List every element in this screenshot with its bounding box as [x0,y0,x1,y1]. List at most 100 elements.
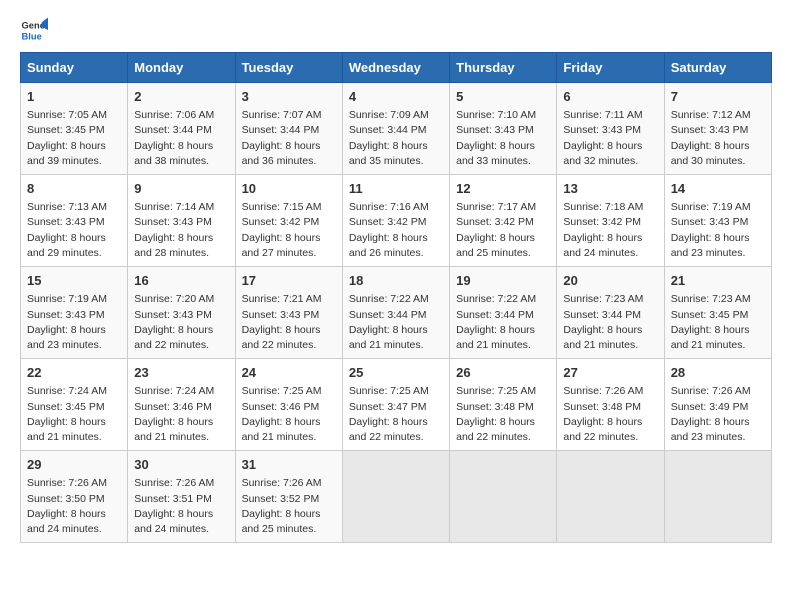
day-number: 14 [671,180,765,198]
day-info: Sunrise: 7:20 AM Sunset: 3:43 PM Dayligh… [134,292,228,353]
day-number: 12 [456,180,550,198]
day-cell: 28Sunrise: 7:26 AM Sunset: 3:49 PM Dayli… [664,359,771,451]
day-info: Sunrise: 7:24 AM Sunset: 3:46 PM Dayligh… [134,384,228,445]
day-info: Sunrise: 7:17 AM Sunset: 3:42 PM Dayligh… [456,200,550,261]
day-info: Sunrise: 7:22 AM Sunset: 3:44 PM Dayligh… [349,292,443,353]
day-cell: 20 Sunrise: 7:23 AM Sunset: 3:44 PM Dayli… [557,267,664,359]
day-info: Sunrise: 7:18 AM Sunset: 3:42 PM Dayligh… [563,200,657,261]
day-cell: 16 Sunrise: 7:20 AM Sunset: 3:43 PM Dayli… [128,267,235,359]
day-number: 21 [671,272,765,290]
day-number: 15 [27,272,121,290]
day-info: Sunrise: 7:23 AM Sunset: 3:45 PM Dayligh… [671,292,765,353]
header-sunday: Sunday [21,53,128,83]
day-number: 7 [671,88,765,106]
day-number: 3 [242,88,336,106]
header-friday: Friday [557,53,664,83]
week-row-3: 15 Sunrise: 7:19 AM Sunset: 3:43 PM Dayli… [21,267,772,359]
day-info: Sunrise: 7:26 AM Sunset: 3:48 PM Dayligh… [563,384,657,445]
day-cell: 30 Sunrise: 7:26 AM Sunset: 3:51 PM Dayli… [128,451,235,543]
day-cell: 6 Sunrise: 7:11 AM Sunset: 3:43 PM Daylig… [557,83,664,175]
day-number: 20 [563,272,657,290]
logo: General Blue [20,16,48,44]
day-info: Sunrise: 7:26 AM Sunset: 3:52 PM Dayligh… [242,476,336,537]
day-info: Sunrise: 7:26 AM Sunset: 3:50 PM Dayligh… [27,476,121,537]
day-cell: 18 Sunrise: 7:22 AM Sunset: 3:44 PM Dayli… [342,267,449,359]
day-number: 10 [242,180,336,198]
day-cell: 27 Sunrise: 7:26 AM Sunset: 3:48 PM Dayli… [557,359,664,451]
day-number: 30 [134,456,228,474]
week-row-4: 22 Sunrise: 7:24 AM Sunset: 3:45 PM Dayli… [21,359,772,451]
day-cell: 24 Sunrise: 7:25 AM Sunset: 3:46 PM Dayli… [235,359,342,451]
day-info: Sunrise: 7:10 AM Sunset: 3:43 PM Dayligh… [456,108,550,169]
day-number: 5 [456,88,550,106]
svg-text:Blue: Blue [22,31,42,41]
day-cell: 29 Sunrise: 7:26 AM Sunset: 3:50 PM Dayli… [21,451,128,543]
calendar-table: SundayMondayTuesdayWednesdayThursdayFrid… [20,52,772,543]
day-cell: 1Sunrise: 7:05 AM Sunset: 3:45 PM Daylig… [21,83,128,175]
day-cell: 7 Sunrise: 7:12 AM Sunset: 3:43 PM Daylig… [664,83,771,175]
day-number: 11 [349,180,443,198]
day-number: 29 [27,456,121,474]
day-info: Sunrise: 7:06 AM Sunset: 3:44 PM Dayligh… [134,108,228,169]
day-cell [557,451,664,543]
day-number: 1 [27,88,121,106]
day-info: Sunrise: 7:07 AM Sunset: 3:44 PM Dayligh… [242,108,336,169]
day-cell: 26 Sunrise: 7:25 AM Sunset: 3:48 PM Dayli… [450,359,557,451]
day-number: 6 [563,88,657,106]
day-cell: 23 Sunrise: 7:24 AM Sunset: 3:46 PM Dayli… [128,359,235,451]
day-cell: 31 Sunrise: 7:26 AM Sunset: 3:52 PM Dayli… [235,451,342,543]
day-info: Sunrise: 7:11 AM Sunset: 3:43 PM Dayligh… [563,108,657,169]
week-row-1: 1Sunrise: 7:05 AM Sunset: 3:45 PM Daylig… [21,83,772,175]
day-info: Sunrise: 7:23 AM Sunset: 3:44 PM Dayligh… [563,292,657,353]
day-cell: 21 Sunrise: 7:23 AM Sunset: 3:45 PM Dayli… [664,267,771,359]
day-number: 13 [563,180,657,198]
calendar-header-row: SundayMondayTuesdayWednesdayThursdayFrid… [21,53,772,83]
day-cell: 19 Sunrise: 7:22 AM Sunset: 3:44 PM Dayli… [450,267,557,359]
header-saturday: Saturday [664,53,771,83]
day-info: Sunrise: 7:25 AM Sunset: 3:48 PM Dayligh… [456,384,550,445]
day-info: Sunrise: 7:19 AM Sunset: 3:43 PM Dayligh… [27,292,121,353]
day-number: 18 [349,272,443,290]
day-cell: 9 Sunrise: 7:14 AM Sunset: 3:43 PM Daylig… [128,175,235,267]
day-info: Sunrise: 7:14 AM Sunset: 3:43 PM Dayligh… [134,200,228,261]
day-info: Sunrise: 7:26 AM Sunset: 3:49 PM Dayligh… [671,384,765,445]
day-info: Sunrise: 7:22 AM Sunset: 3:44 PM Dayligh… [456,292,550,353]
day-number: 27 [563,364,657,382]
day-cell: 14Sunrise: 7:19 AM Sunset: 3:43 PM Dayli… [664,175,771,267]
day-cell [342,451,449,543]
day-number: 2 [134,88,228,106]
week-row-5: 29 Sunrise: 7:26 AM Sunset: 3:50 PM Dayli… [21,451,772,543]
day-number: 8 [27,180,121,198]
day-cell: 11 Sunrise: 7:16 AM Sunset: 3:42 PM Dayli… [342,175,449,267]
day-cell [450,451,557,543]
day-cell [664,451,771,543]
day-cell: 15 Sunrise: 7:19 AM Sunset: 3:43 PM Dayli… [21,267,128,359]
day-info: Sunrise: 7:09 AM Sunset: 3:44 PM Dayligh… [349,108,443,169]
day-number: 19 [456,272,550,290]
day-cell: 2 Sunrise: 7:06 AM Sunset: 3:44 PM Daylig… [128,83,235,175]
day-number: 17 [242,272,336,290]
day-cell: 5 Sunrise: 7:10 AM Sunset: 3:43 PM Daylig… [450,83,557,175]
day-cell: 4Sunrise: 7:09 AM Sunset: 3:44 PM Daylig… [342,83,449,175]
day-info: Sunrise: 7:26 AM Sunset: 3:51 PM Dayligh… [134,476,228,537]
day-cell: 10Sunrise: 7:15 AM Sunset: 3:42 PM Dayli… [235,175,342,267]
day-number: 26 [456,364,550,382]
week-row-2: 8Sunrise: 7:13 AM Sunset: 3:43 PM Daylig… [21,175,772,267]
day-number: 16 [134,272,228,290]
day-cell: 12 Sunrise: 7:17 AM Sunset: 3:42 PM Dayli… [450,175,557,267]
day-cell: 17Sunrise: 7:21 AM Sunset: 3:43 PM Dayli… [235,267,342,359]
day-info: Sunrise: 7:12 AM Sunset: 3:43 PM Dayligh… [671,108,765,169]
day-number: 22 [27,364,121,382]
day-number: 25 [349,364,443,382]
day-info: Sunrise: 7:16 AM Sunset: 3:42 PM Dayligh… [349,200,443,261]
day-number: 31 [242,456,336,474]
day-number: 9 [134,180,228,198]
day-number: 23 [134,364,228,382]
header-wednesday: Wednesday [342,53,449,83]
day-number: 24 [242,364,336,382]
day-info: Sunrise: 7:25 AM Sunset: 3:46 PM Dayligh… [242,384,336,445]
day-cell: 22 Sunrise: 7:24 AM Sunset: 3:45 PM Dayli… [21,359,128,451]
day-info: Sunrise: 7:24 AM Sunset: 3:45 PM Dayligh… [27,384,121,445]
day-cell: 25Sunrise: 7:25 AM Sunset: 3:47 PM Dayli… [342,359,449,451]
header-thursday: Thursday [450,53,557,83]
